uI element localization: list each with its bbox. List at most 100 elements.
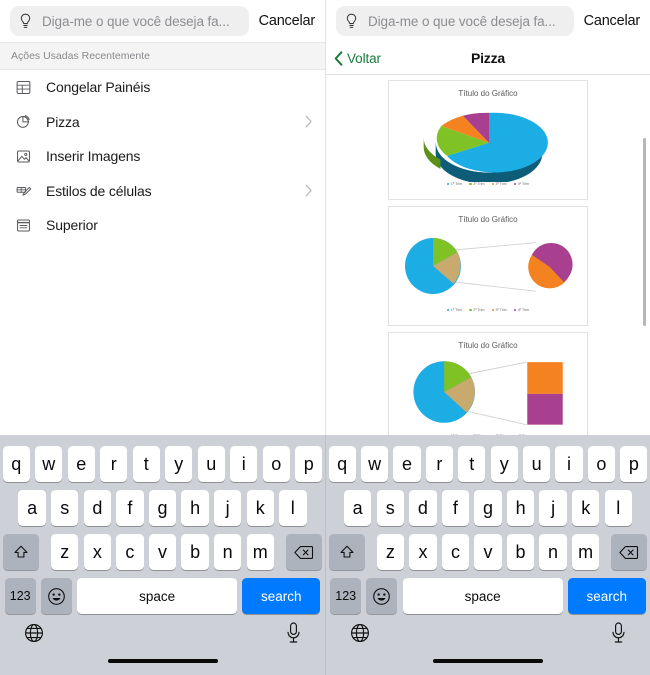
screen: Diga-me o que você deseja fa... Cancelar…	[0, 0, 650, 675]
key-i[interactable]: i	[230, 446, 258, 482]
globe-key[interactable]	[24, 623, 44, 643]
key-p[interactable]: p	[620, 446, 648, 482]
right-search-input[interactable]: Diga-me o que você deseja fa...	[336, 6, 574, 36]
key-l[interactable]: l	[279, 490, 307, 526]
recent-actions-header: Ações Usadas Recentemente	[0, 42, 325, 70]
key-b[interactable]: b	[181, 534, 209, 570]
gallery-scrollbar[interactable]	[643, 138, 646, 326]
key-f[interactable]: f	[441, 490, 470, 526]
key-i[interactable]: i	[555, 446, 583, 482]
key-m[interactable]: m	[571, 534, 600, 570]
lightbulb-icon	[20, 13, 31, 28]
key-t[interactable]: t	[458, 446, 486, 482]
emoji-key[interactable]	[366, 578, 398, 614]
key-n[interactable]: n	[213, 534, 242, 570]
key-w[interactable]: w	[35, 446, 63, 482]
key-c[interactable]: c	[116, 534, 144, 570]
left-search-input[interactable]: Diga-me o que você deseja fa...	[10, 6, 249, 36]
chart-option-bar-of-pie[interactable]: Título do Gráfico 1º Trim 2	[388, 332, 588, 435]
keyboard-zone: q w e r t y u i o p a s d f g h j k l z x c v b n m 123 space search…	[0, 435, 650, 675]
list-item-inserir-imagens[interactable]: Inserir Imagens	[0, 139, 325, 174]
key-e[interactable]: e	[67, 446, 95, 482]
key-z[interactable]: z	[51, 534, 79, 570]
search-key[interactable]: search	[567, 578, 646, 614]
numbers-key[interactable]: 123	[4, 578, 36, 614]
chart-legend: 1º Trim 2º Trim 3º Trim 4º Trim	[389, 182, 587, 193]
key-c[interactable]: c	[441, 534, 470, 570]
list-item-congelar-paineis[interactable]: Congelar Painéis	[0, 70, 325, 105]
key-f[interactable]: f	[116, 490, 144, 526]
left-cancel-button[interactable]: Cancelar	[257, 13, 316, 29]
key-j[interactable]: j	[539, 490, 567, 526]
space-key[interactable]: space	[77, 578, 238, 614]
key-o[interactable]: o	[587, 446, 616, 482]
key-e[interactable]: e	[393, 446, 421, 482]
legend-entry: 3º Trim	[491, 308, 507, 312]
chart-canvas	[389, 224, 587, 308]
key-p[interactable]: p	[295, 446, 323, 482]
key-x[interactable]: x	[83, 534, 112, 570]
key-r[interactable]: r	[425, 446, 453, 482]
key-w[interactable]: w	[360, 446, 389, 482]
legend-entry: 4º Trim	[513, 308, 529, 312]
list-item-superior[interactable]: Superior	[0, 208, 325, 243]
freeze-panes-icon	[13, 77, 33, 97]
chart-type-gallery[interactable]: Título do Gráfico 1º Trim 2º Trim 3º Tri…	[326, 75, 650, 435]
key-r[interactable]: r	[100, 446, 128, 482]
dictation-key[interactable]	[611, 622, 626, 644]
chart-option-pie-of-pie[interactable]: Título do Gráfico 1º Trim 2º Trim 3º Tri…	[388, 206, 588, 326]
key-d[interactable]: d	[409, 490, 437, 526]
key-v[interactable]: v	[474, 534, 502, 570]
backspace-key[interactable]	[611, 534, 648, 570]
keyboard-right[interactable]: q w e r t y u i o p a s d f g h j k l z x c v b n m 123 space search	[325, 435, 650, 675]
key-b[interactable]: b	[506, 534, 535, 570]
key-l[interactable]: l	[604, 490, 632, 526]
key-s[interactable]: s	[51, 490, 79, 526]
key-v[interactable]: v	[148, 534, 177, 570]
key-q[interactable]: q	[2, 446, 30, 482]
key-s[interactable]: s	[376, 490, 404, 526]
key-u[interactable]: u	[523, 446, 551, 482]
list-item-label: Estilos de células	[46, 182, 152, 199]
key-k[interactable]: k	[246, 490, 274, 526]
key-k[interactable]: k	[572, 490, 600, 526]
shift-key[interactable]	[2, 534, 39, 570]
key-t[interactable]: t	[132, 446, 160, 482]
list-item-pizza[interactable]: Pizza	[0, 105, 325, 140]
home-indicator[interactable]	[433, 658, 543, 663]
key-n[interactable]: n	[539, 534, 567, 570]
key-q[interactable]: q	[328, 446, 356, 482]
key-j[interactable]: j	[213, 490, 242, 526]
key-h[interactable]: h	[181, 490, 209, 526]
numbers-key[interactable]: 123	[330, 578, 362, 614]
key-a[interactable]: a	[18, 490, 46, 526]
key-g[interactable]: g	[148, 490, 177, 526]
key-m[interactable]: m	[246, 534, 274, 570]
key-d[interactable]: d	[83, 490, 112, 526]
key-g[interactable]: g	[474, 490, 502, 526]
globe-key[interactable]	[350, 623, 370, 643]
key-y[interactable]: y	[490, 446, 518, 482]
list-item-label: Superior	[46, 217, 98, 234]
chevron-left-icon	[334, 50, 343, 66]
emoji-key[interactable]	[40, 578, 72, 614]
key-y[interactable]: y	[165, 446, 193, 482]
key-z[interactable]: z	[376, 534, 405, 570]
space-key[interactable]: space	[402, 578, 563, 614]
key-o[interactable]: o	[262, 446, 290, 482]
keyboard-left[interactable]: q w e r t y u i o p a s d f g h j k l z x c v b n m 123 space search	[0, 435, 325, 675]
left-search-row: Diga-me o que você deseja fa... Cancelar	[0, 0, 325, 42]
list-item-estilos-de-celulas[interactable]: Estilos de células	[0, 174, 325, 209]
key-a[interactable]: a	[343, 490, 372, 526]
key-h[interactable]: h	[506, 490, 535, 526]
dictation-key[interactable]	[286, 622, 301, 644]
back-button[interactable]: Voltar	[326, 51, 381, 66]
key-x[interactable]: x	[409, 534, 437, 570]
shift-key[interactable]	[328, 534, 365, 570]
chart-option-pie-3d[interactable]: Título do Gráfico 1º Trim 2º Trim 3º Tri…	[388, 80, 588, 200]
backspace-key[interactable]	[286, 534, 323, 570]
right-cancel-button[interactable]: Cancelar	[582, 13, 641, 29]
key-u[interactable]: u	[197, 446, 225, 482]
search-key[interactable]: search	[242, 578, 321, 614]
home-indicator[interactable]	[107, 658, 218, 663]
